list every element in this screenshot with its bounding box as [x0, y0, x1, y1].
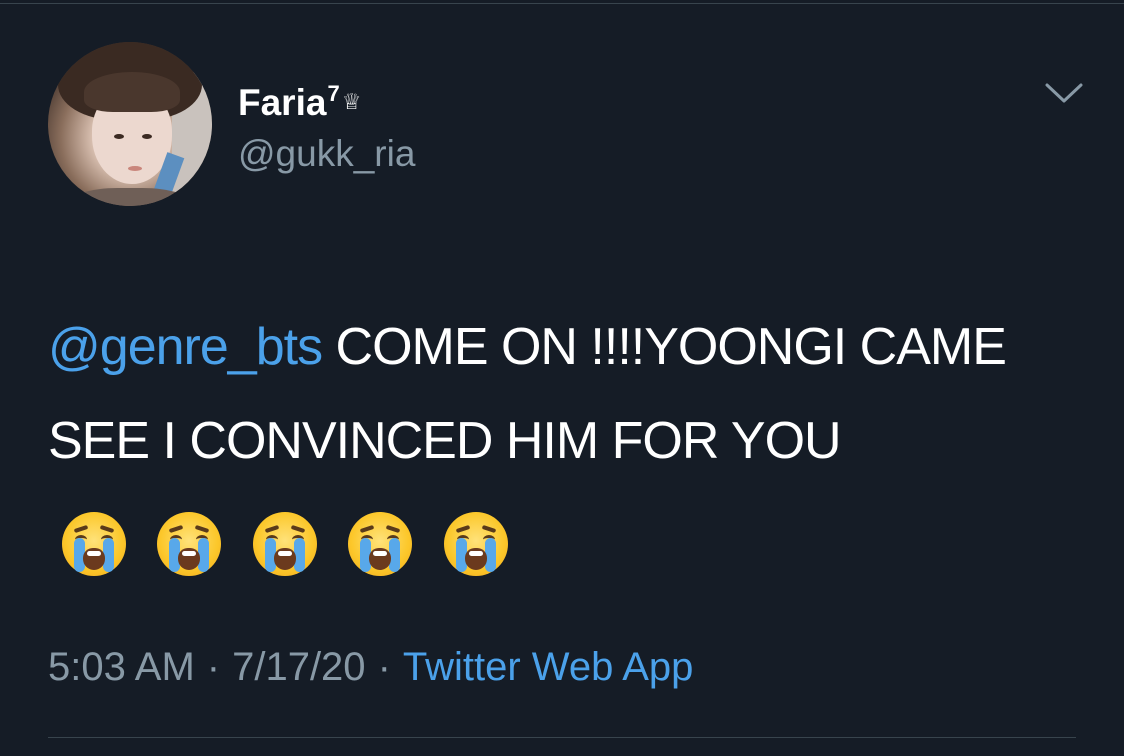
- name-superscript: 7: [327, 81, 340, 106]
- avatar-shirt: [68, 188, 192, 206]
- loudly-crying-face-icon: [348, 512, 413, 577]
- loudly-crying-face-icon: [443, 512, 508, 577]
- avatar-eye: [114, 134, 124, 139]
- tweet-date[interactable]: 7/17/20: [232, 645, 365, 689]
- loudly-crying-face-icon: [252, 512, 317, 577]
- tweet-source-link[interactable]: Twitter Web App: [403, 645, 694, 689]
- top-divider: [0, 3, 1124, 4]
- avatar-eye: [142, 134, 152, 139]
- loudly-crying-face-icon: [157, 512, 222, 577]
- mention-link[interactable]: @genre_bts: [48, 318, 323, 376]
- tweet-text: @genre_bts COME ON !!!!YOONGI CAME SEE I…: [48, 300, 1108, 588]
- loudly-crying-face-icon: [62, 512, 126, 577]
- avatar[interactable]: [48, 42, 212, 206]
- meta-separator: ·: [206, 645, 221, 689]
- bottom-divider: [48, 737, 1076, 738]
- emoji-row: [62, 494, 526, 588]
- author-handle[interactable]: @gukk_ria: [238, 132, 415, 176]
- chevron-down-icon[interactable]: [1044, 82, 1084, 104]
- avatar-mouth: [128, 166, 142, 171]
- crown-icon: ♕: [341, 89, 362, 114]
- display-name-text: Faria: [238, 82, 327, 123]
- author-display-name[interactable]: Faria7♕: [238, 72, 361, 125]
- avatar-fringe: [84, 72, 180, 112]
- tweet-time[interactable]: 5:03 AM: [48, 645, 195, 689]
- tweet-meta: 5:03 AM · 7/17/20 · Twitter Web App: [48, 642, 693, 692]
- meta-separator: ·: [377, 645, 391, 689]
